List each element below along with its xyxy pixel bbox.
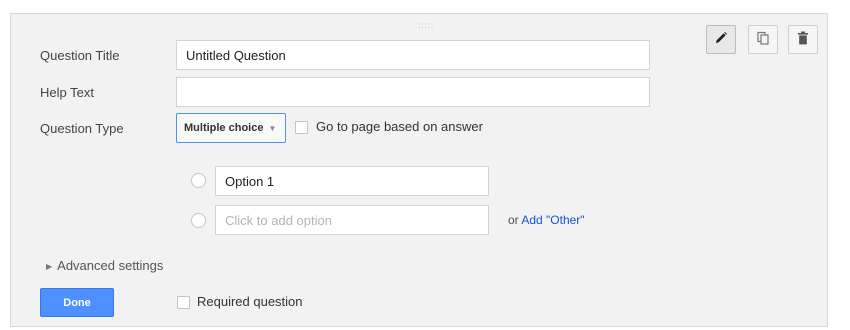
question-type-label: Question Type bbox=[40, 121, 124, 136]
help-text-input[interactable] bbox=[176, 77, 650, 107]
or-text: or bbox=[508, 213, 519, 227]
duplicate-icon bbox=[756, 31, 770, 48]
pencil-icon bbox=[714, 31, 728, 48]
go-to-page-label: Go to page based on answer bbox=[316, 119, 483, 134]
chevron-down-icon: ▼ bbox=[268, 123, 277, 133]
question-title-input[interactable] bbox=[176, 40, 650, 70]
question-type-value: Multiple choice bbox=[184, 122, 264, 134]
drag-handle[interactable]: ::::: bbox=[418, 22, 434, 30]
add-option-radio bbox=[191, 213, 206, 228]
add-option-input[interactable] bbox=[215, 205, 489, 235]
duplicate-button[interactable] bbox=[748, 25, 778, 54]
required-question-checkbox[interactable] bbox=[177, 296, 190, 309]
trash-icon bbox=[797, 31, 809, 48]
add-other-prompt: or Add "Other" bbox=[508, 213, 585, 227]
question-type-select[interactable]: Multiple choice ▼ bbox=[176, 113, 286, 143]
edit-button[interactable] bbox=[706, 25, 736, 54]
advanced-settings-toggle[interactable]: ▶ Advanced settings bbox=[46, 258, 163, 273]
required-question-label: Required question bbox=[197, 294, 303, 309]
option-1-input[interactable] bbox=[215, 166, 489, 196]
option-1-radio bbox=[191, 173, 206, 188]
advanced-settings-label: Advanced settings bbox=[57, 258, 164, 273]
delete-button[interactable] bbox=[788, 25, 818, 54]
go-to-page-checkbox[interactable] bbox=[295, 121, 308, 134]
add-other-link[interactable]: Add "Other" bbox=[521, 213, 584, 227]
triangle-right-icon: ▶ bbox=[46, 262, 53, 271]
question-title-label: Question Title bbox=[40, 48, 120, 63]
help-text-label: Help Text bbox=[40, 85, 94, 100]
done-button[interactable]: Done bbox=[40, 288, 114, 317]
